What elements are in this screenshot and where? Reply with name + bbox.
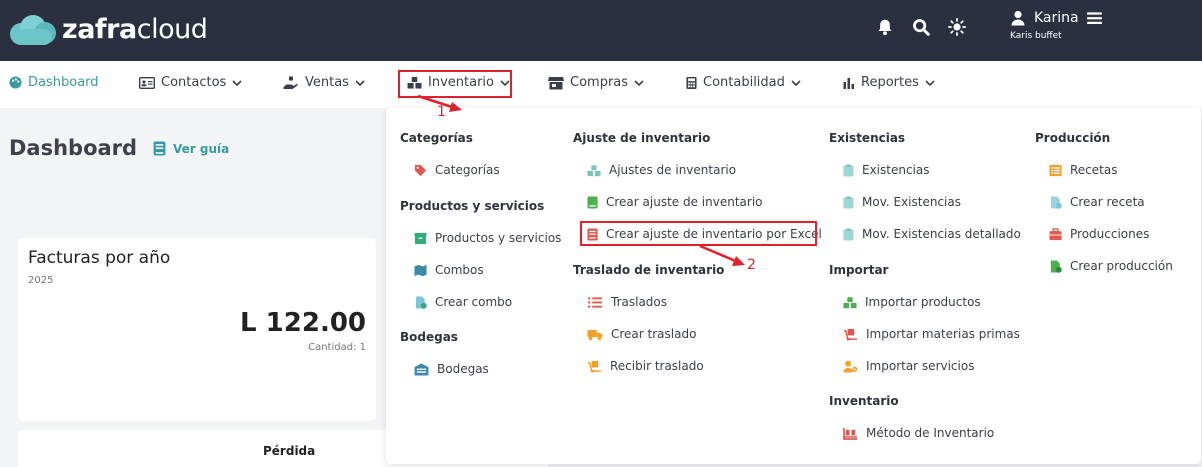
annotation-arrows <box>417 94 745 266</box>
annotation-step-2: 2 <box>747 257 756 273</box>
annotation-step-1: 1 <box>437 104 446 120</box>
